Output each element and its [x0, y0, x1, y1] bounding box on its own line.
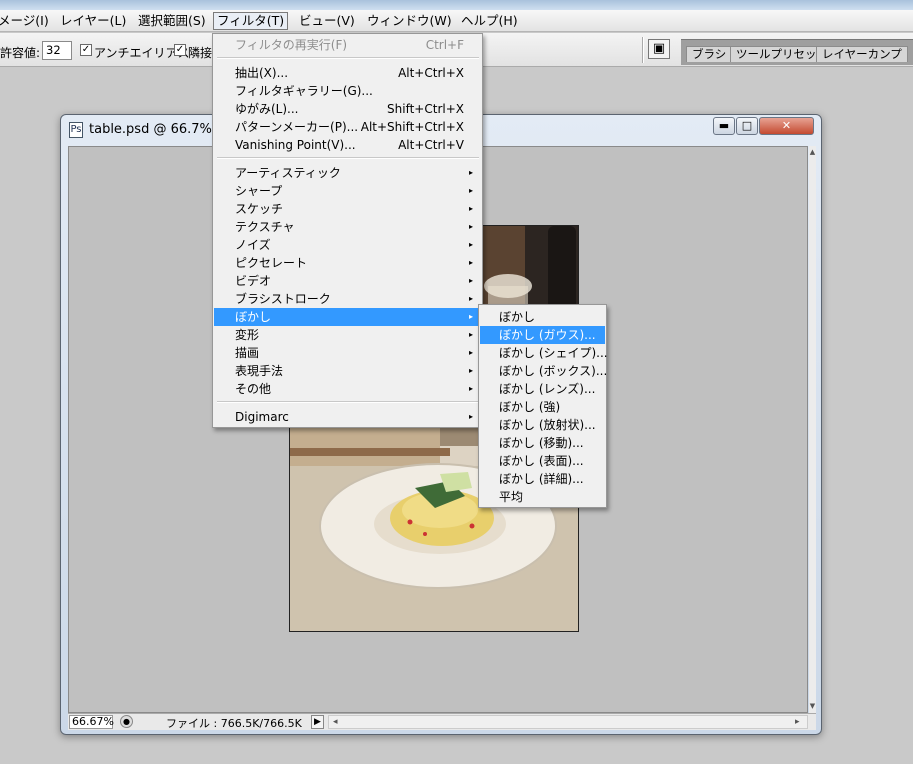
app-title-strip [0, 0, 913, 10]
submenu-item-radial-blur[interactable]: ぼかし (放射状)... [480, 416, 605, 434]
submenu-arrow-icon: ▸ [468, 276, 473, 285]
submenu-item-box-blur[interactable]: ぼかし (ボックス)... [480, 362, 607, 380]
submenu-arrow-icon: ▸ [468, 312, 473, 321]
submenu-item-gaussian-blur[interactable]: ぼかし (ガウス)... [480, 326, 605, 344]
status-menu-arrow-icon[interactable]: ▶ [311, 715, 324, 729]
menu-item-sketch[interactable]: スケッチ ▸ [214, 200, 481, 218]
menu-item-liquify[interactable]: ゆがみ(L)... Shift+Ctrl+X [214, 100, 481, 118]
file-size-info: ファイル : 766.5K/766.5K [166, 717, 302, 730]
scroll-left-icon[interactable]: ◂ [333, 716, 338, 728]
close-icon[interactable]: ✕ [759, 117, 814, 135]
menu-item-blur[interactable]: ぼかし ▸ [214, 308, 481, 326]
submenu-item-surface-blur[interactable]: ぼかし (表面)... [480, 452, 605, 470]
vertical-scrollbar[interactable]: ▲ ▼ [809, 146, 816, 713]
submenu-arrow-icon: ▸ [468, 258, 473, 267]
tab-layer-comps[interactable]: レイヤーカンプ [816, 46, 908, 62]
menu-bar: メージ(I) レイヤー(L) 選択範囲(S) フィルタ(T) ビュー(V) ウィ… [0, 10, 913, 32]
menu-window[interactable]: ウィンドウ(W) [367, 12, 452, 30]
psd-file-icon: Ps [69, 122, 83, 138]
menu-help[interactable]: ヘルプ(H) [461, 12, 518, 30]
filter-menu: フィルタの再実行(F) Ctrl+F 抽出(X)... Alt+Ctrl+X フィル… [212, 33, 483, 428]
menu-separator [217, 401, 479, 403]
antialias-checkbox[interactable]: ✓ [80, 44, 92, 56]
menu-image[interactable]: メージ(I) [0, 12, 49, 30]
submenu-item-motion-blur[interactable]: ぼかし (移動)... [480, 434, 605, 452]
submenu-item-blur[interactable]: ぼかし [480, 308, 605, 326]
submenu-arrow-icon: ▸ [468, 366, 473, 375]
status-info-icon[interactable]: ● [120, 715, 133, 728]
submenu-arrow-icon: ▸ [468, 330, 473, 339]
status-bar: 66.67% ● ファイル : 766.5K/766.5K ▶ ◂ ▸ [68, 713, 816, 730]
menu-item-texture[interactable]: テクスチャ ▸ [214, 218, 481, 236]
menu-item-repeat-filter[interactable]: フィルタの再実行(F) Ctrl+F [214, 36, 481, 54]
menu-item-extract[interactable]: 抽出(X)... Alt+Ctrl+X [214, 64, 481, 82]
scroll-up-icon[interactable]: ▲ [809, 148, 816, 156]
menu-select[interactable]: 選択範囲(S) [138, 12, 206, 30]
submenu-arrow-icon: ▸ [468, 294, 473, 303]
submenu-arrow-icon: ▸ [468, 240, 473, 249]
menu-separator [217, 57, 479, 59]
menu-item-video[interactable]: ビデオ ▸ [214, 272, 481, 290]
menu-item-artistic[interactable]: アーティスティック ▸ [214, 164, 481, 182]
menu-item-pixelate[interactable]: ピクセレート ▸ [214, 254, 481, 272]
horizontal-scrollbar[interactable]: ◂ ▸ [328, 715, 808, 729]
contiguous-label: 隣接 [188, 46, 213, 60]
submenu-arrow-icon: ▸ [468, 412, 473, 421]
scroll-right-icon[interactable]: ▸ [795, 716, 800, 728]
tab-brushes[interactable]: ブラシ [686, 46, 733, 62]
submenu-arrow-icon: ▸ [468, 186, 473, 195]
menu-item-digimarc[interactable]: Digimarc ▸ [214, 408, 481, 426]
menu-item-other[interactable]: その他 ▸ [214, 380, 481, 398]
submenu-arrow-icon: ▸ [468, 384, 473, 393]
menu-item-pattern-maker[interactable]: パターンメーカー(P)... Alt+Shift+Ctrl+X [214, 118, 481, 136]
menu-item-brush-strokes[interactable]: ブラシストローク ▸ [214, 290, 481, 308]
submenu-item-average[interactable]: 平均 [480, 488, 605, 506]
scroll-down-icon[interactable]: ▼ [809, 702, 816, 710]
menu-item-noise[interactable]: ノイズ ▸ [214, 236, 481, 254]
blur-submenu: ぼかし ぼかし (ガウス)... ぼかし (シェイプ)... ぼかし (ボックス… [478, 304, 608, 508]
menu-item-vanishing-point[interactable]: Vanishing Point(V)... Alt+Ctrl+V [214, 136, 481, 154]
submenu-arrow-icon: ▸ [468, 222, 473, 231]
contiguous-checkbox[interactable]: ✓ [174, 44, 186, 56]
document-title: table.psd @ 66.7% ( [89, 122, 222, 137]
tolerance-input[interactable]: 32 [42, 41, 72, 60]
toolbar-divider [642, 37, 644, 63]
submenu-arrow-icon: ▸ [468, 204, 473, 213]
zoom-field[interactable]: 66.67% [69, 715, 114, 729]
tolerance-label: 許容値: [0, 46, 41, 60]
minimize-icon[interactable]: ▬ [713, 117, 735, 135]
palette-well-icon[interactable]: ▣ [648, 39, 670, 59]
menu-layer[interactable]: レイヤー(L) [60, 12, 126, 30]
submenu-arrow-icon: ▸ [468, 348, 473, 357]
submenu-item-lens-blur[interactable]: ぼかし (レンズ)... [480, 380, 605, 398]
menu-item-distort[interactable]: 変形 ▸ [214, 326, 481, 344]
menu-view[interactable]: ビュー(V) [299, 12, 355, 30]
menu-item-filter-gallery[interactable]: フィルタギャラリー(G)... [214, 82, 481, 100]
menu-filter[interactable]: フィルタ(T) [213, 12, 289, 30]
menu-item-sharpen[interactable]: シャープ ▸ [214, 182, 481, 200]
menu-item-stylize[interactable]: 表現手法 ▸ [214, 362, 481, 380]
submenu-item-shape-blur[interactable]: ぼかし (シェイプ)... [480, 344, 608, 362]
submenu-item-smart-blur[interactable]: ぼかし (詳細)... [480, 470, 605, 488]
maximize-icon[interactable]: □ [736, 117, 758, 135]
menu-item-render[interactable]: 描画 ▸ [214, 344, 481, 362]
submenu-arrow-icon: ▸ [468, 168, 473, 177]
submenu-item-blur-more[interactable]: ぼかし (強) [480, 398, 605, 416]
menu-separator [217, 157, 479, 159]
